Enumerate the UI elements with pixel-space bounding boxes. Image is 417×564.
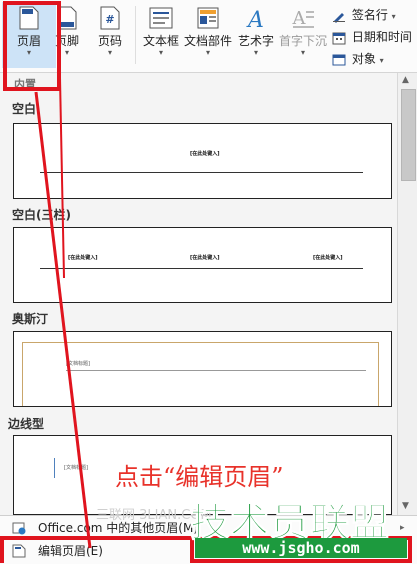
template-placeholder: [在此处键入] <box>190 255 220 261</box>
annotation-text: 点击“编辑页眉” <box>115 463 284 491</box>
section-title-austin: 奥斯汀 <box>12 312 49 326</box>
austin-border <box>22 342 379 406</box>
template-placeholder: [在此处键入] <box>68 255 98 261</box>
template-blank[interactable]: [在此处键入] <box>13 123 392 199</box>
page-number-button[interactable]: # 页码 ▾ <box>92 2 128 68</box>
chevron-down-icon: ▾ <box>300 48 305 57</box>
template-austin[interactable]: [文档标题] <box>13 331 392 407</box>
office-globe-icon <box>12 522 26 535</box>
wordart-button-label: 艺术字 <box>237 34 274 48</box>
template-rule <box>40 172 363 173</box>
scroll-down-icon[interactable]: ▼ <box>402 501 409 511</box>
chevron-down-icon: ▾ <box>64 48 69 57</box>
gallery-top-band <box>0 73 397 93</box>
template-rule <box>66 370 366 371</box>
object-label: 对象 <box>351 52 376 66</box>
template-blank-three-column[interactable]: [在此处键入] [在此处键入] [在此处键入] <box>13 227 392 303</box>
header-icon <box>19 6 39 30</box>
svg-text:A: A <box>292 8 307 29</box>
page-number-glyph: # <box>105 13 114 26</box>
signature-line-button[interactable]: 签名行 ▾ <box>332 5 396 25</box>
date-time-label: 日期和时间 <box>351 30 412 44</box>
dropcap-icon: A <box>292 8 314 29</box>
textbox-button-label: 文本框 <box>142 34 179 48</box>
wordart-button[interactable]: A 艺术字 ▾ <box>235 2 277 68</box>
template-placeholder: [文档标题] <box>64 465 88 471</box>
doc-parts-icon <box>197 7 219 29</box>
section-title-blank-three-column: 空白(三栏) <box>12 208 71 222</box>
date-time-button[interactable]: 日期和时间 <box>332 27 412 47</box>
chevron-down-icon: ▾ <box>391 12 396 21</box>
footer-button-label: 页脚 <box>54 34 79 48</box>
doc-parts-button-label: 文档部件 <box>183 34 232 48</box>
dropcap-button[interactable]: A 首字下沉 ▾ <box>278 2 328 68</box>
header-button[interactable]: 页眉 ▾ <box>2 2 56 68</box>
object-icon <box>332 54 346 65</box>
ribbon-separator <box>135 6 136 64</box>
ribbon: 页眉 ▾ 页脚 ▾ # 页码 ▾ 文本框 ▾ 文档部件 ▾ A 艺术字 ▾ A … <box>0 0 417 73</box>
watermark-url: www.jsgho.com <box>195 538 407 558</box>
chevron-down-icon: ▾ <box>26 48 31 57</box>
chevron-down-icon: ▾ <box>205 48 210 57</box>
chevron-down-icon: ▾ <box>158 48 163 57</box>
page-number-icon: # <box>100 6 120 30</box>
footer-button[interactable]: 页脚 ▾ <box>52 2 82 68</box>
object-button[interactable]: 对象 ▾ <box>332 49 384 69</box>
textbox-button[interactable]: 文本框 ▾ <box>140 2 182 68</box>
svg-text:A: A <box>246 8 264 30</box>
template-placeholder: [在此处键入] <box>190 151 220 157</box>
group-label-text: 内置 <box>14 78 36 91</box>
edit-header-label: 编辑页眉(E) <box>38 544 103 558</box>
scroll-up-icon[interactable]: ▲ <box>402 75 409 85</box>
section-title-sideline: 边线型 <box>8 417 45 431</box>
footer-icon <box>57 6 77 30</box>
template-placeholder: [在此处键入] <box>313 255 343 261</box>
template-rule <box>40 268 363 269</box>
header-gallery: 内置 内置 空白 [在此处键入] 空白(三栏) [在此处键入] [在此处键入] … <box>0 73 397 515</box>
calendar-icon <box>332 32 346 44</box>
signature-line-label: 签名行 <box>351 8 388 22</box>
edit-header-icon <box>12 544 26 558</box>
doc-parts-button[interactable]: 文档部件 ▾ <box>183 2 233 68</box>
gallery-scrollbar[interactable]: ▲ ▼ <box>397 73 417 515</box>
chevron-right-icon: ▸ <box>400 523 405 533</box>
wordart-icon: A <box>246 8 264 30</box>
chevron-down-icon: ▾ <box>107 48 112 57</box>
pen-icon <box>333 12 345 23</box>
header-button-label: 页眉 <box>16 34 41 48</box>
page-number-button-label: 页码 <box>97 34 122 48</box>
section-title-blank: 空白 <box>12 102 37 116</box>
dropcap-button-label: 首字下沉 <box>278 34 327 48</box>
textbox-icon <box>149 7 173 29</box>
chevron-down-icon: ▾ <box>379 56 384 65</box>
sideline-bar <box>54 458 55 478</box>
template-placeholder: [文档标题] <box>66 361 90 367</box>
chevron-down-icon: ▾ <box>253 48 258 57</box>
scrollbar-thumb[interactable] <box>401 89 416 181</box>
